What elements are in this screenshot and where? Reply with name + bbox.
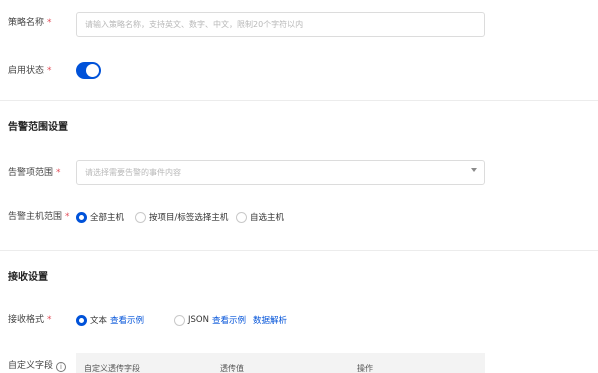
view-json-example-link[interactable]: 查看示例 [212, 314, 246, 326]
alert-item-range-label-text: 告警项范围 [8, 168, 54, 178]
required-mark: * [47, 18, 52, 28]
radio-checked-icon [76, 314, 87, 326]
host-option-by-project-tag[interactable]: 按项目/标签选择主机 [135, 210, 228, 224]
policy-name-input[interactable]: 请输入策略名称，支持英文、数字、中文，限制20个字符以内 [76, 12, 485, 37]
radio-unchecked-icon [236, 211, 247, 223]
section-divider [0, 100, 598, 101]
format-option-json-label: JSON [188, 315, 209, 325]
receive-format-label-text: 接收格式 [8, 315, 45, 325]
format-option-json[interactable]: JSON 查看示例 数据解析 [174, 313, 287, 327]
alert-scope-title: 告警范围设置 [8, 122, 68, 133]
radio-checked-icon [76, 211, 87, 223]
receive-settings-title: 接收设置 [8, 272, 48, 283]
custom-field-table-header: 自定义透传字段 透传值 操作 [76, 353, 485, 373]
radio-unchecked-icon [174, 314, 185, 326]
custom-field-label: 自定义字段 i [8, 360, 67, 372]
radio-unchecked-icon [135, 211, 146, 223]
info-icon[interactable]: i [56, 362, 67, 372]
host-option-all-label: 全部主机 [90, 213, 125, 223]
alert-host-range-label-text: 告警主机范围 [8, 212, 63, 222]
required-mark: * [47, 66, 52, 76]
enable-toggle[interactable] [76, 62, 101, 79]
column-header-value: 透传值 [220, 364, 244, 373]
json-data-parse-link[interactable]: 数据解析 [253, 314, 287, 326]
alert-item-range-select[interactable]: 请选择需要告警的事件内容 [76, 160, 485, 185]
enable-status-label-text: 启用状态 [8, 66, 45, 76]
host-option-custom[interactable]: 自选主机 [236, 210, 284, 224]
policy-name-label-text: 策略名称 [8, 18, 45, 28]
format-option-text-label: 文本 [90, 316, 108, 326]
alert-host-range-label: 告警主机范围 * [8, 211, 70, 223]
column-header-custom-field: 自定义透传字段 [84, 364, 140, 373]
toggle-knob [86, 64, 99, 77]
enable-status-label: 启用状态 * [8, 65, 52, 77]
host-option-all[interactable]: 全部主机 [76, 210, 124, 224]
alert-item-range-placeholder: 请选择需要告警的事件内容 [85, 168, 181, 177]
alert-item-range-label: 告警项范围 * [8, 167, 61, 179]
host-option-custom-label: 自选主机 [250, 213, 285, 223]
receive-format-label: 接收格式 * [8, 314, 52, 326]
policy-name-label: 策略名称 * [8, 17, 52, 29]
required-mark: * [56, 168, 61, 178]
host-option-by-project-tag-label: 按项目/标签选择主机 [149, 213, 229, 223]
section-divider [0, 250, 598, 251]
required-mark: * [47, 315, 52, 325]
view-text-example-link[interactable]: 查看示例 [110, 314, 144, 326]
required-mark: * [65, 212, 70, 222]
custom-field-label-text: 自定义字段 [8, 361, 54, 371]
format-option-text[interactable]: 文本 查看示例 [76, 313, 144, 327]
chevron-down-icon [471, 168, 477, 172]
column-header-actions: 操作 [357, 364, 373, 373]
policy-name-placeholder: 请输入策略名称，支持英文、数字、中文，限制20个字符以内 [85, 20, 304, 29]
